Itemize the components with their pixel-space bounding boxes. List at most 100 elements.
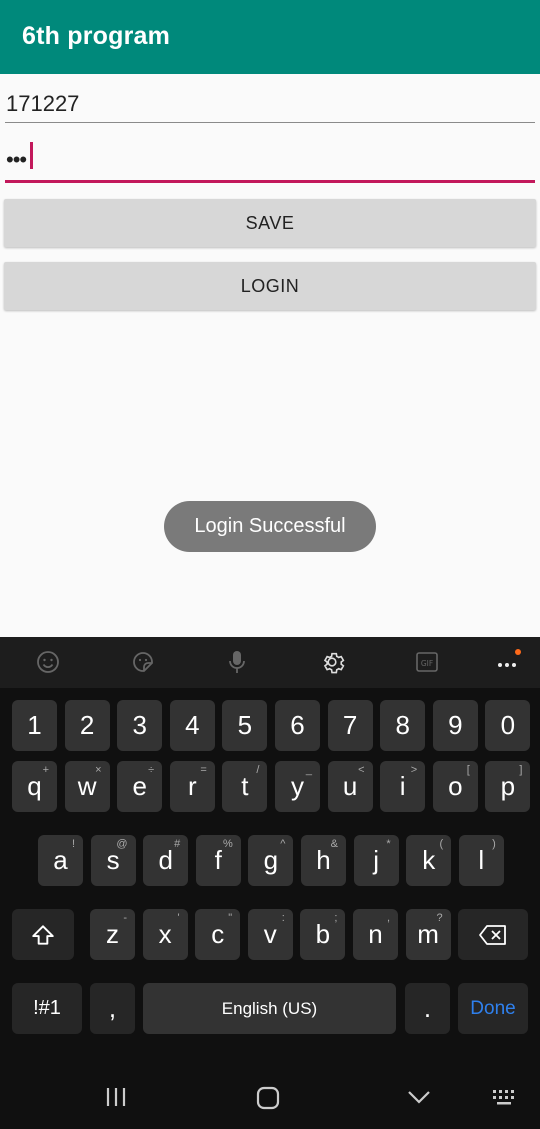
shift-key[interactable]	[12, 909, 74, 960]
key-g[interactable]: g ^	[248, 835, 294, 886]
key-h[interactable]: h &	[301, 835, 346, 886]
key-4[interactable]: 4	[169, 700, 215, 751]
save-button[interactable]: SAVE	[4, 199, 536, 247]
key-hint: ;	[334, 912, 338, 924]
key-label: k	[422, 845, 436, 875]
key-d[interactable]: d #	[143, 835, 189, 886]
done-key[interactable]: Done	[458, 983, 528, 1034]
key-label: 7	[342, 710, 358, 740]
key-x[interactable]: x '	[142, 909, 188, 960]
key-hint: ×	[95, 764, 102, 776]
username-value: 171227	[6, 91, 80, 116]
keyboard-icon[interactable]	[490, 1086, 520, 1108]
key-p[interactable]: p]	[485, 761, 531, 812]
gif-icon[interactable]: GIF	[412, 647, 442, 677]
more-options-icon[interactable]	[494, 647, 524, 677]
toast-message: Login Successful	[164, 501, 376, 552]
key-u[interactable]: u <	[327, 761, 373, 812]
key-t[interactable]: t /	[222, 761, 268, 812]
key-hint: !	[71, 838, 75, 850]
key-v[interactable]: v:	[247, 909, 293, 960]
key-label: v	[263, 919, 277, 949]
microphone-icon[interactable]	[222, 647, 252, 677]
key-label: g	[263, 845, 279, 875]
username-field[interactable]: 171227	[5, 77, 535, 123]
key-label: 5	[237, 710, 253, 740]
login-button[interactable]: LOGIN	[4, 262, 536, 310]
key-label: 0	[500, 710, 516, 740]
key-label: x	[158, 919, 172, 949]
key-z[interactable]: z-	[90, 909, 135, 960]
password-field[interactable]: •••	[5, 137, 535, 183]
key-k[interactable]: k(	[406, 835, 452, 886]
recent-apps-icon[interactable]	[104, 1086, 128, 1108]
backspace-key[interactable]	[458, 909, 528, 960]
sticker-icon[interactable]	[128, 647, 158, 677]
key-hint: <	[358, 764, 365, 776]
key-label: b	[315, 919, 331, 949]
key-j[interactable]: j *	[353, 835, 399, 886]
key-label: o	[448, 771, 463, 801]
key-label: 4	[185, 710, 200, 740]
key-hint: *	[386, 838, 391, 850]
key-1[interactable]: 1	[12, 700, 57, 751]
key-label: l	[478, 845, 485, 875]
key-b[interactable]: b;	[300, 909, 346, 960]
svg-text:GIF: GIF	[421, 659, 433, 668]
key-label: d	[158, 845, 173, 875]
key-hint: %	[223, 838, 233, 850]
system-nav-bar	[0, 1068, 540, 1129]
key-6[interactable]: 6	[275, 700, 320, 751]
key-0[interactable]: 0	[485, 700, 531, 751]
key-i[interactable]: i >	[380, 761, 426, 812]
key-2[interactable]: 2	[64, 700, 110, 751]
key-label: 9	[448, 710, 463, 740]
key-label: q	[27, 771, 42, 801]
app-title: 6th program	[22, 22, 171, 50]
key-label: u	[342, 771, 358, 801]
period-key[interactable]: .	[405, 983, 450, 1034]
soft-keyboard: GIF 1234567890 q + w × e ÷ r = t / y _ u < i > o[p] a! s @…	[0, 637, 540, 1129]
key-label: h	[316, 845, 331, 875]
key-w[interactable]: w ×	[64, 761, 110, 812]
symbols-key[interactable]: !#1	[12, 983, 82, 1034]
key-n[interactable]: n,	[353, 909, 398, 960]
key-hint: (	[439, 838, 444, 850]
key-l[interactable]: l)	[458, 835, 504, 886]
key-y[interactable]: y _	[275, 761, 320, 812]
comma-key[interactable]: ,	[90, 983, 135, 1034]
key-5[interactable]: 5	[222, 700, 268, 751]
key-hint: -	[123, 912, 127, 924]
key-label: w	[77, 771, 97, 801]
key-3[interactable]: 3	[117, 700, 163, 751]
home-icon[interactable]	[255, 1086, 281, 1110]
emoji-icon[interactable]	[33, 647, 63, 677]
key-hint: "	[228, 912, 233, 924]
key-r[interactable]: r =	[169, 761, 215, 812]
key-c[interactable]: c "	[195, 909, 241, 960]
key-e[interactable]: e ÷	[117, 761, 163, 812]
space-key[interactable]: English (US)	[143, 983, 396, 1034]
key-hint: @	[116, 838, 128, 850]
key-s[interactable]: s @	[90, 835, 136, 886]
key-hint: &	[330, 838, 338, 850]
key-label: n	[368, 919, 383, 949]
key-label: z	[106, 919, 119, 949]
key-7[interactable]: 7	[327, 700, 373, 751]
chevron-down-icon[interactable]	[406, 1086, 432, 1108]
gear-icon[interactable]	[317, 647, 347, 677]
key-o[interactable]: o[	[432, 761, 478, 812]
key-hint: +	[42, 764, 49, 776]
key-8[interactable]: 8	[380, 700, 426, 751]
key-label: y	[291, 771, 304, 801]
app-bar: 6th program	[0, 0, 540, 74]
key-a[interactable]: a!	[38, 835, 83, 886]
key-q[interactable]: q +	[12, 761, 57, 812]
key-label: e	[132, 771, 147, 801]
key-label: 3	[132, 710, 147, 740]
key-hint: ]	[519, 764, 523, 776]
key-9[interactable]: 9	[432, 700, 478, 751]
key-f[interactable]: f%	[195, 835, 241, 886]
key-m[interactable]: m?	[405, 909, 451, 960]
key-hint: ÷	[148, 764, 155, 776]
